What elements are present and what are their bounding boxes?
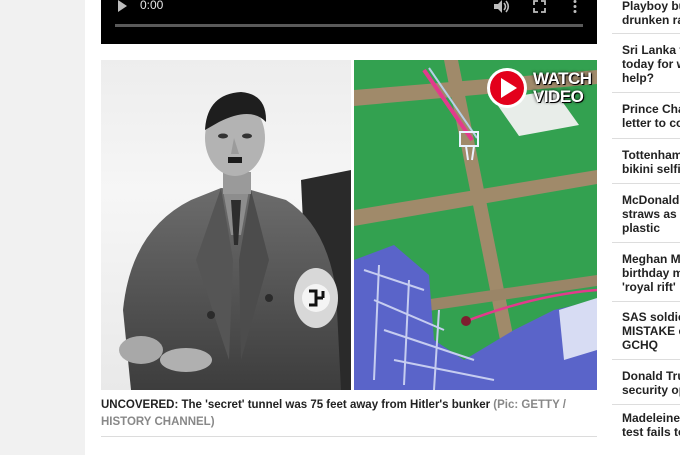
- more-vertical-icon[interactable]: [573, 0, 577, 14]
- sidebar-story[interactable]: Meghan M birthday m 'royal rift': [612, 243, 680, 302]
- story-line: birthday m: [622, 266, 680, 280]
- story-line: 'royal rift': [622, 280, 676, 294]
- story-line: GCHQ: [622, 338, 658, 352]
- sidebar-story[interactable]: McDonald' straws as 3 plastic: [612, 184, 680, 243]
- video-player[interactable]: 0:00: [101, 0, 597, 44]
- story-line: drunken ra: [622, 13, 680, 27]
- portrait-photo: [101, 60, 351, 390]
- story-line: today for w: [622, 57, 680, 71]
- story-line: plastic: [622, 221, 661, 235]
- fullscreen-icon[interactable]: [533, 0, 546, 14]
- image-caption: UNCOVERED: The 'secret' tunnel was 75 fe…: [101, 397, 597, 431]
- watch-video-button[interactable]: WATCH VIDEO: [485, 66, 592, 110]
- article-image[interactable]: WATCH VIDEO: [101, 60, 597, 390]
- story-line: straws as 3: [622, 207, 677, 221]
- sidebar-story[interactable]: Madeleine test fails to: [612, 405, 680, 455]
- sidebar-story[interactable]: Donald Tru security op: [612, 360, 680, 405]
- story-line: Sri Lanka t: [622, 43, 680, 57]
- story-line: Prince Cha: [622, 102, 680, 116]
- story-line: Tottenham: [622, 148, 680, 162]
- video-time: 0:00: [140, 0, 164, 12]
- story-line: McDonald': [622, 193, 680, 207]
- story-line: Meghan M: [622, 252, 680, 266]
- story-line: MISTAKE c: [622, 324, 680, 338]
- caption-divider: [101, 436, 597, 437]
- sidebar-story[interactable]: Playboy bu drunken ra: [612, 0, 680, 34]
- sidebar-story[interactable]: Tottenham bikini selfie: [612, 139, 680, 184]
- story-line: Playboy bu: [622, 0, 680, 13]
- caption-text: UNCOVERED: The 'secret' tunnel was 75 fe…: [101, 399, 491, 411]
- sidebar-story[interactable]: Sri Lanka t today for w help?: [612, 34, 680, 93]
- related-stories-sidebar: Playboy bu drunken ra Sri Lanka t today …: [612, 0, 680, 455]
- tunnel-map-graphic: WATCH VIDEO: [354, 60, 597, 390]
- story-line: bikini selfie: [622, 162, 680, 176]
- volume-icon[interactable]: [494, 0, 510, 14]
- story-line: test fails to: [622, 425, 680, 439]
- sidebar-story[interactable]: SAS soldie MISTAKE c GCHQ: [612, 302, 680, 360]
- page: 0:00 WATCH VIDEO UNCOVERED: The 'secret'…: [0, 0, 680, 455]
- story-line: Donald Tru: [622, 369, 680, 383]
- story-line: help?: [622, 71, 654, 85]
- article-content: 0:00 WATCH VIDEO UNCOVERED: The 'secret'…: [85, 0, 680, 455]
- story-line: letter to co: [622, 116, 680, 130]
- story-line: Madeleine: [622, 411, 680, 425]
- story-line: SAS soldie: [622, 310, 680, 324]
- watch-label-line1: WATCH: [533, 69, 592, 88]
- sidebar-story[interactable]: Prince Cha letter to co: [612, 93, 680, 139]
- story-line: security op: [622, 383, 680, 397]
- watch-video-label: WATCH VIDEO: [533, 70, 592, 106]
- play-icon[interactable]: [117, 0, 127, 14]
- video-progress-bar[interactable]: [115, 24, 583, 27]
- watch-label-line2: VIDEO: [533, 87, 584, 106]
- play-circle-icon: [487, 68, 527, 108]
